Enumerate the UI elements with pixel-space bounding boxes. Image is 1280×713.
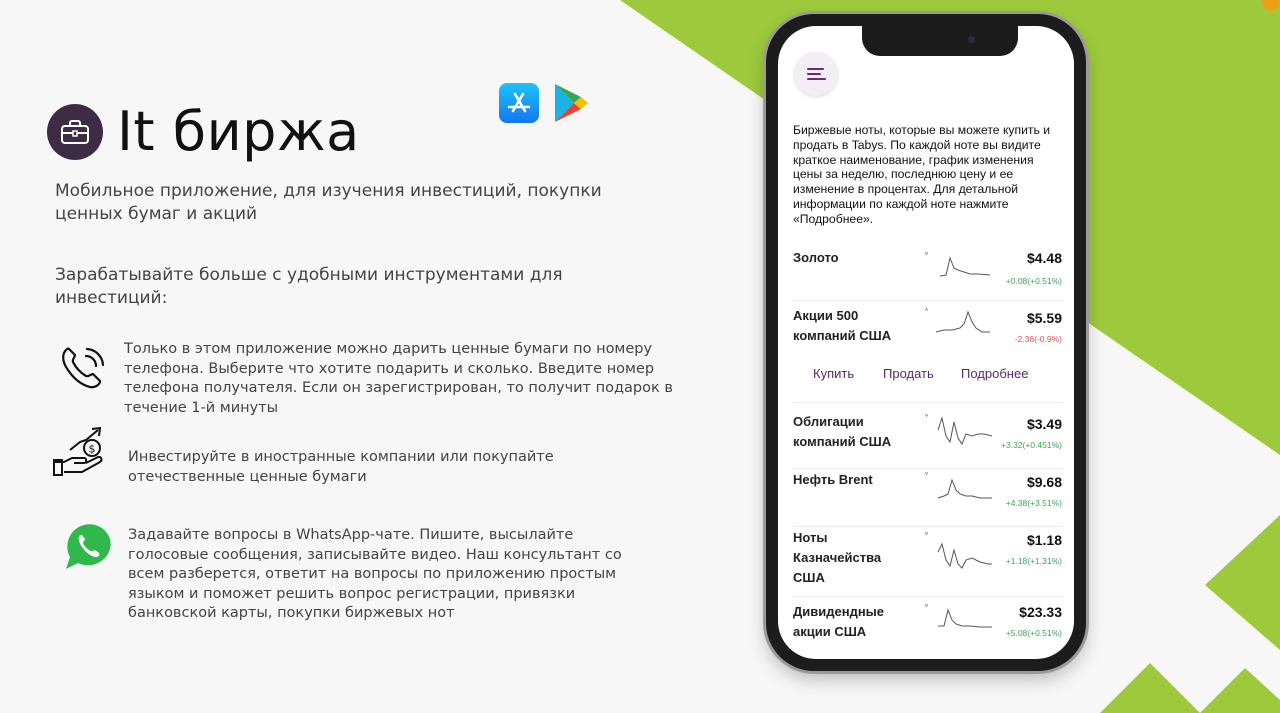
chevron-down-icon[interactable]: ˅ xyxy=(924,414,929,425)
sparkline xyxy=(937,478,992,499)
note-change: +1.18(+1.31%) xyxy=(1005,556,1062,566)
divider xyxy=(793,526,1063,527)
note-name: Дивидендные акции США xyxy=(793,604,885,639)
note-price: $4.48 xyxy=(1026,250,1062,266)
divider xyxy=(793,300,1063,301)
note-change: +0.08(+0.51%) xyxy=(1005,276,1062,286)
note-change: -2.36(-0.9%) xyxy=(1014,334,1062,344)
note-name: Облигации компаний США xyxy=(793,414,892,449)
feature-invest: $ Инвестируйте в иностранные компании ил… xyxy=(52,420,648,487)
svg-text:$: $ xyxy=(89,443,96,456)
feature-gift-text: Только в этом приложение можно дарить це… xyxy=(124,341,673,416)
menu-icon xyxy=(807,68,824,70)
note-name: Золото xyxy=(793,250,839,265)
note-change: +3.32(+0.451%) xyxy=(1001,440,1062,450)
feature-invest-text: Инвестируйте в иностранные компании или … xyxy=(128,449,554,485)
chevron-up-icon[interactable]: ˄ xyxy=(924,308,929,319)
whatsapp-icon[interactable] xyxy=(60,517,116,573)
chevron-down-icon[interactable]: ˅ xyxy=(924,604,929,615)
feature-whatsapp-text: Задавайте вопросы в WhatsApp-чате. Пишит… xyxy=(128,527,622,621)
note-actions: Купить Продать Подробнее xyxy=(778,366,1074,390)
note-price: $9.68 xyxy=(1026,474,1062,490)
google-play-icon[interactable] xyxy=(551,83,591,123)
note-row[interactable]: Золото ˅ $4.48 +0.08(+0.51%) xyxy=(778,248,1074,298)
note-name: Нефть Brent xyxy=(793,472,873,487)
sparkline xyxy=(938,608,992,628)
note-change: +5.08(+0.51%) xyxy=(1005,628,1062,638)
subtitle: Мобильное приложение, для изучения инвес… xyxy=(55,181,602,224)
slide: It биржа Мобильное приложение, для изуче… xyxy=(0,0,1280,713)
sparkline xyxy=(939,256,991,277)
phone-call-icon xyxy=(56,340,112,396)
note-row[interactable]: Дивидендные акции США ˅ $23.33 +5.08(+0.… xyxy=(778,602,1074,650)
divider xyxy=(793,402,1063,403)
phone-screen: Биржевые ноты, которые вы можете купить … xyxy=(778,26,1074,659)
phone-mockup: Биржевые ноты, которые вы можете купить … xyxy=(766,14,1086,671)
phone-notch xyxy=(862,26,1018,56)
sell-button[interactable]: Продать xyxy=(883,366,934,381)
note-row-expanded[interactable]: Акции 500 компаний США ˄ $5.59 -2.36(-0.… xyxy=(778,306,1074,358)
chevron-down-icon[interactable]: ˅ xyxy=(924,532,929,543)
hand-coin-growth-icon: $ xyxy=(52,420,108,476)
brand-title: It биржа xyxy=(117,100,360,163)
sparkline xyxy=(937,416,993,446)
note-name: Ноты Казначейства США xyxy=(793,530,882,585)
green-diamond-right xyxy=(1205,515,1280,650)
note-name: Акции 500 компаний США xyxy=(793,308,892,343)
sparkline xyxy=(937,542,992,569)
note-price: $1.18 xyxy=(1026,532,1062,548)
chevron-down-icon[interactable]: ˅ xyxy=(924,252,929,263)
sparkline xyxy=(935,310,990,333)
note-price: $23.33 xyxy=(1019,604,1062,620)
chevron-down-icon[interactable]: ˅ xyxy=(924,472,929,483)
note-row[interactable]: Ноты Казначейства США ˅ $1.18 +1.18(+1.3… xyxy=(778,528,1074,594)
note-change: +4.38(+3.51%) xyxy=(1005,498,1062,508)
buy-button[interactable]: Купить xyxy=(813,366,854,381)
note-price: $5.59 xyxy=(1026,310,1062,326)
menu-button[interactable] xyxy=(794,52,838,96)
briefcase-icon xyxy=(47,103,103,160)
brand-header: It биржа xyxy=(47,100,360,163)
earn-heading: Зарабатывайте больше с удобными инструме… xyxy=(55,265,563,308)
feature-gift: Только в этом приложение можно дарить це… xyxy=(56,340,684,418)
green-diamond-bottom-right xyxy=(1200,668,1280,713)
intro-text: Биржевые ноты, которые вы можете купить … xyxy=(793,123,1051,226)
divider xyxy=(793,468,1063,469)
details-button[interactable]: Подробнее xyxy=(961,366,1028,381)
divider xyxy=(793,596,1063,597)
note-row[interactable]: Нефть Brent ˅ $9.68 +4.38(+3.51%) xyxy=(778,470,1074,522)
feature-whatsapp: Задавайте вопросы в WhatsApp-чате. Пишит… xyxy=(60,517,648,624)
green-diamond-bottom-left xyxy=(1100,663,1200,713)
note-row[interactable]: Облигации компаний США ˅ $3.49 +3.32(+0.… xyxy=(778,412,1074,464)
store-links xyxy=(499,83,591,123)
app-store-icon[interactable] xyxy=(499,83,539,123)
note-price: $3.49 xyxy=(1026,416,1062,432)
